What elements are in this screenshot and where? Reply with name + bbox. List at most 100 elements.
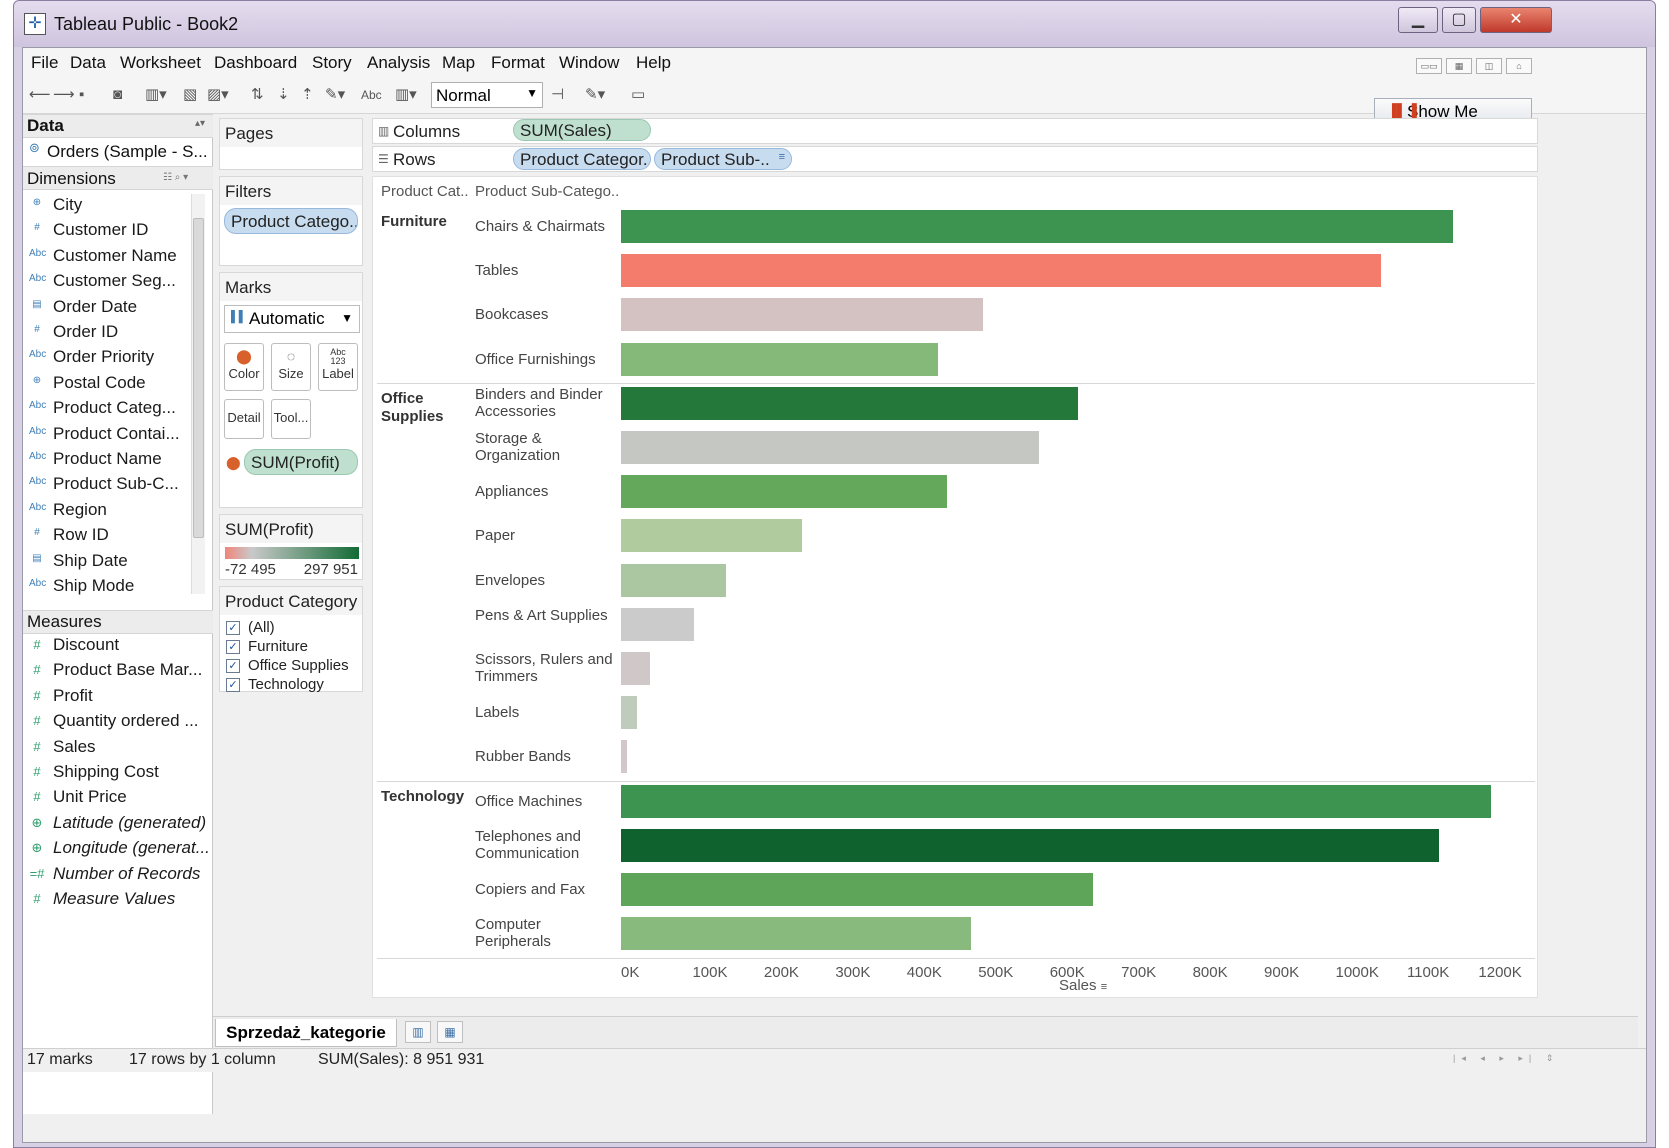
category-label[interactable]: Technology <box>381 788 473 806</box>
view-search-icons[interactable]: ☷ ⌕ ▾ <box>163 172 188 183</box>
menu-data[interactable]: Data <box>70 53 106 73</box>
bar[interactable] <box>621 652 650 685</box>
dimension-field[interactable]: Abc Region <box>23 499 203 523</box>
category-label[interactable]: Office Supplies <box>381 390 451 426</box>
fix-axes-icon[interactable]: ▥▾ <box>395 86 417 104</box>
subcategory-label[interactable]: Copiers and Fax <box>475 881 615 898</box>
bar[interactable] <box>621 828 1440 862</box>
subcategory-label[interactable]: Scissors, Rulers and Trimmers <box>475 651 615 685</box>
sort-descending-icon[interactable]: ⇡ <box>301 86 314 104</box>
duplicate-sheet-icon[interactable]: ▧ <box>183 86 197 104</box>
subcategory-label[interactable]: Paper <box>475 527 615 544</box>
filter-pill-product-category[interactable]: Product Catego.. <box>224 208 358 234</box>
dimension-field[interactable]: Abc Order Priority <box>23 346 203 370</box>
bar[interactable] <box>621 607 694 641</box>
subcategory-label[interactable]: Envelopes <box>475 572 615 589</box>
dimension-field[interactable]: Abc Ship Mode <box>23 575 203 599</box>
menu-help[interactable]: Help <box>636 53 671 73</box>
header-product-category[interactable]: Product Cat.. <box>381 183 469 200</box>
dimension-field[interactable]: Abc Product Contai... <box>23 423 203 447</box>
columns-shelf[interactable]: ▥ Columns SUM(Sales) <box>372 118 1538 144</box>
redo-icon[interactable]: ⟶ <box>53 86 75 104</box>
clear-sheet-icon[interactable]: ▨▾ <box>207 86 229 104</box>
subcategory-label[interactable]: Binders and Binder Accessories <box>475 386 615 420</box>
bar[interactable] <box>621 210 1454 243</box>
checkbox-label[interactable]: Office Supplies <box>248 657 349 674</box>
new-worksheet-icon[interactable]: ▥ <box>405 1021 431 1043</box>
measure-field[interactable]: # Sales <box>23 736 211 760</box>
bar[interactable] <box>621 740 627 774</box>
bar[interactable] <box>621 298 984 332</box>
bar[interactable] <box>621 873 1094 906</box>
bar[interactable] <box>621 254 1381 288</box>
menu-format[interactable]: Format <box>491 53 545 73</box>
dimension-field[interactable]: Abc Customer Name <box>23 245 203 269</box>
filters-card[interactable]: Filters Product Catego.. <box>219 176 363 266</box>
fit-dropdown[interactable]: Normal ▼ <box>431 82 543 108</box>
menu-window[interactable]: Window <box>559 53 619 73</box>
dimension-scrollbar[interactable] <box>191 194 205 594</box>
size-button[interactable]: ◌ Size <box>271 343 311 391</box>
measure-field[interactable]: # Profit <box>23 685 211 709</box>
menu-map[interactable]: Map <box>442 53 475 73</box>
subcategory-label[interactable]: Pens & Art Supplies <box>475 607 615 624</box>
dimension-field[interactable]: ⊕ City <box>23 194 203 218</box>
color-pill-sum-profit[interactable]: SUM(Profit) <box>244 449 358 475</box>
menu-story[interactable]: Story <box>312 53 352 73</box>
label-button[interactable]: Abc 123 Label <box>318 343 358 391</box>
rows-shelf[interactable]: ☰ Rows Product Categor.. Product Sub-.. … <box>372 146 1538 172</box>
sheet-navigation-icons[interactable]: |◂ ◂ ▸ ▸| ⇕ <box>1453 1053 1559 1064</box>
checkbox[interactable]: ✓ <box>226 640 240 654</box>
undo-icon[interactable]: ⟵ <box>29 86 51 104</box>
home-icon[interactable]: ⌂ <box>1506 58 1532 74</box>
subcategory-label[interactable]: Storage & Organization <box>475 430 615 464</box>
dimension-field[interactable]: Abc Customer Seg... <box>23 270 203 294</box>
subcategory-label[interactable]: Bookcases <box>475 306 615 323</box>
sort-ascending-icon[interactable]: ⇣ <box>277 86 290 104</box>
bar[interactable] <box>621 917 972 951</box>
bar[interactable] <box>621 386 1078 420</box>
mark-type-dropdown[interactable]: ▌▌ Automatic ▼ <box>224 305 360 333</box>
rows-pill-product-category[interactable]: Product Categor.. <box>513 148 651 170</box>
dimension-field[interactable]: # Order ID <box>23 321 203 345</box>
measure-field[interactable]: # Shipping Cost <box>23 761 211 785</box>
pane-menu-icon[interactable]: ▴▾ <box>195 118 205 129</box>
menu-file[interactable]: File <box>31 53 58 73</box>
subcategory-label[interactable]: Office Machines <box>475 793 615 810</box>
subcategory-label[interactable]: Rubber Bands <box>475 748 615 765</box>
dimension-field[interactable]: Abc Product Sub-C... <box>23 473 203 497</box>
subcategory-label[interactable]: Office Furnishings <box>475 351 615 368</box>
measure-field[interactable]: # Discount <box>23 634 211 658</box>
dimension-field[interactable]: ⊕ Postal Code <box>23 372 203 396</box>
subcategory-label[interactable]: Tables <box>475 262 615 279</box>
bar[interactable] <box>621 696 637 730</box>
bar[interactable] <box>621 431 1039 464</box>
datasource-name[interactable]: Orders (Sample - S... <box>47 142 208 162</box>
x-axis-title[interactable]: Sales ≡ <box>1059 977 1107 994</box>
scroll-thumb[interactable] <box>193 218 204 538</box>
dimension-field[interactable]: ▤ Order Date <box>23 296 203 320</box>
checkbox[interactable]: ✓ <box>226 659 240 673</box>
dimension-field[interactable]: # Row ID <box>23 524 203 548</box>
checkbox-label[interactable]: Technology <box>248 676 324 693</box>
pen-icon[interactable]: ✎▾ <box>585 86 605 104</box>
bar[interactable] <box>621 784 1492 818</box>
dimension-field[interactable]: Abc Product Name <box>23 448 203 472</box>
measure-field[interactable]: # Unit Price <box>23 786 211 810</box>
subcategory-label[interactable]: Appliances <box>475 483 615 500</box>
measure-field[interactable]: =# Number of Records <box>23 863 211 887</box>
dimension-field[interactable]: Abc Product Categ... <box>23 397 203 421</box>
new-dashboard-icon[interactable]: ▦ <box>437 1021 463 1043</box>
category-label[interactable]: Furniture <box>381 213 473 231</box>
dimension-field[interactable]: # Customer ID <box>23 219 203 243</box>
menu-dashboard[interactable]: Dashboard <box>214 53 297 73</box>
datasource-db-icon[interactable]: ◙ <box>113 86 122 104</box>
checkbox[interactable]: ✓ <box>226 678 240 692</box>
close-button[interactable]: ✕ <box>1480 7 1552 33</box>
bar[interactable] <box>621 475 947 509</box>
maximize-button[interactable]: ▢ <box>1442 7 1476 33</box>
measure-field[interactable]: # Product Base Mar... <box>23 659 211 683</box>
header-product-subcategory[interactable]: Product Sub-Catego.. <box>475 183 619 200</box>
color-button[interactable]: ⬤ Color <box>224 343 264 391</box>
subcategory-label[interactable]: Chairs & Chairmats <box>475 218 615 235</box>
